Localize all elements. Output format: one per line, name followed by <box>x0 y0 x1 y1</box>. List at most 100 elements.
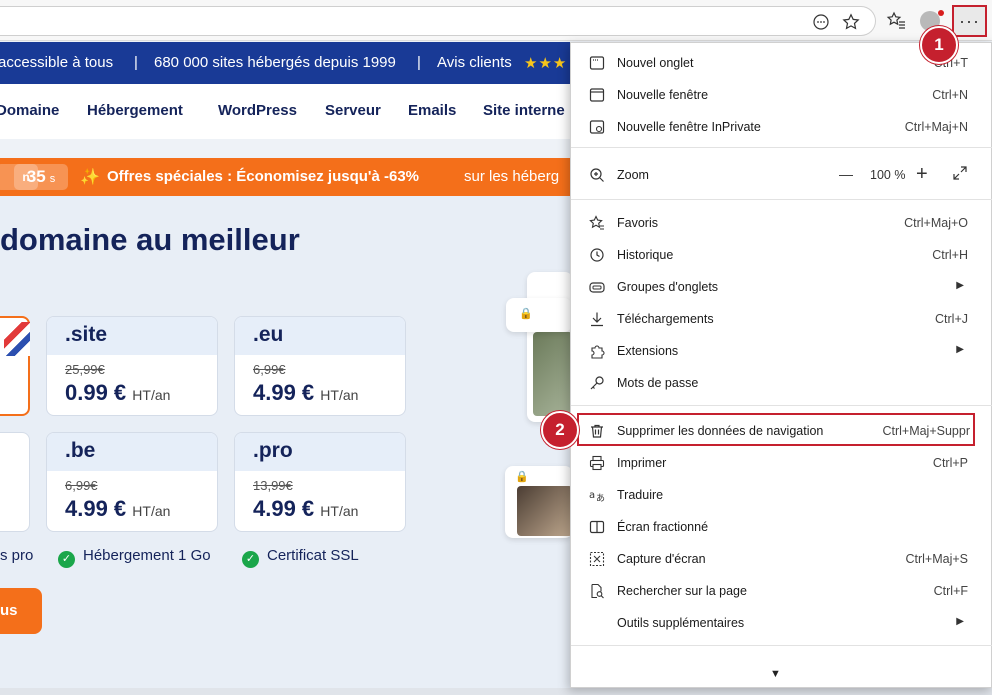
menu-item-label: Imprimer <box>617 456 667 470</box>
menu-item-find-on-page[interactable]: Rechercher sur la page Ctrl+F <box>571 575 992 607</box>
domain-card-site[interactable]: .site 25,99€ 0.99 € HT/an <box>46 316 218 416</box>
menu-item-translate[interactable]: aあ Traduire <box>571 479 992 511</box>
feature-item: ✓ Certificat SSL <box>242 547 359 568</box>
address-bar[interactable] <box>0 6 876 36</box>
domain-extension: .eu <box>235 317 405 355</box>
zoom-out-button[interactable]: — <box>839 166 853 182</box>
cta-button[interactable]: us <box>0 588 42 634</box>
emoji-icon[interactable] <box>812 13 830 31</box>
mockup-card: 🔒 <box>505 466 573 538</box>
menu-item-label: Capture d'écran <box>617 552 706 566</box>
menu-scroll-down-icon[interactable]: ▼ <box>770 668 781 680</box>
domain-extension: .be <box>47 433 217 471</box>
menu-item-passwords[interactable]: Mots de passe <box>571 367 992 399</box>
old-price: 25,99€ <box>65 362 105 377</box>
price: 4.99 € HT/an <box>253 380 359 405</box>
nav-wordpress[interactable]: WordPress <box>218 102 297 119</box>
domain-card-partial[interactable] <box>0 432 30 532</box>
menu-item-downloads[interactable]: Téléchargements Ctrl+J <box>571 303 992 335</box>
menu-item-shortcut: Ctrl+H <box>932 248 968 262</box>
menu-item-shortcut: Ctrl+Maj+O <box>904 216 968 230</box>
page-bottom <box>0 688 992 695</box>
promo-headline: Offres spéciales : Économisez jusqu'à -6… <box>107 168 420 185</box>
menu-item-label: Historique <box>617 248 674 262</box>
menu-item-label: Écran fractionné <box>617 520 709 534</box>
domain-card-partial[interactable] <box>0 316 30 416</box>
menu-item-label: Nouvelle fenêtre <box>617 88 709 102</box>
submenu-arrow-icon: ▶ <box>956 344 964 355</box>
mockup-photo <box>517 486 573 536</box>
menu-item-shortcut: Ctrl+J <box>935 312 968 326</box>
check-icon: ✓ <box>58 551 75 568</box>
step-badge-2: 2 <box>541 411 579 449</box>
menu-item-shortcut: Ctrl+P <box>932 456 968 470</box>
menu-item-label: Favoris <box>617 216 658 230</box>
split-screen-icon <box>589 519 607 537</box>
find-in-page-icon <box>589 583 607 601</box>
menu-item-shortcut: Ctrl+Maj+N <box>904 120 968 134</box>
favorites-icon[interactable] <box>884 9 908 33</box>
browser-toolbar: ··· <box>0 0 992 41</box>
domain-card-eu[interactable]: .eu 6,99€ 4.99 € HT/an <box>234 316 406 416</box>
menu-item-label: Rechercher sur la page <box>617 584 747 598</box>
menu-item-history[interactable]: Historique Ctrl+H <box>571 239 992 271</box>
inprivate-window-icon <box>589 119 607 137</box>
menu-item-extensions[interactable]: Extensions ▶ <box>571 335 992 367</box>
hero-title: domaine au meilleur <box>0 222 300 257</box>
menu-item-shortcut: Ctrl+F <box>933 584 968 598</box>
history-icon <box>589 247 607 265</box>
add-favorite-star-icon[interactable] <box>842 13 860 31</box>
puzzle-icon <box>589 343 607 361</box>
menu-item-label: Nouvel onglet <box>617 56 694 70</box>
nav-serveur[interactable]: Serveur <box>325 102 381 119</box>
menu-item-more-tools[interactable]: Outils supplémentaires ▶ <box>571 607 992 639</box>
menu-item-label: Zoom <box>617 168 649 182</box>
menu-separator <box>571 645 992 646</box>
lock-icon: 🔒 <box>519 308 533 320</box>
menu-item-label: Traduire <box>617 488 664 502</box>
translate-icon: aあ <box>589 487 607 505</box>
mockup-url-bar: 🔒 <box>506 298 572 332</box>
settings-menu: Nouvel onglet Ctrl+T Nouvelle fenêtre Ct… <box>570 42 992 688</box>
menu-item-label: Mots de passe <box>617 376 699 390</box>
zoom-icon <box>589 167 607 185</box>
screen: ··· accessible à tous | 680 000 sites hé… <box>0 0 992 695</box>
domain-card-be[interactable]: .be 6,99€ 4.99 € HT/an <box>46 432 218 532</box>
menu-item-tab-groups[interactable]: Groupes d'onglets ▶ <box>571 271 992 303</box>
banner-sites-hosted: 680 000 sites hébergés depuis 1999 <box>154 54 396 71</box>
nav-site-internet[interactable]: Site interne <box>483 102 565 119</box>
zoom-level: 100 % <box>870 168 906 182</box>
menu-item-shortcut: Ctrl+Maj+S <box>905 552 968 566</box>
menu-item-favorites[interactable]: Favoris Ctrl+Maj+O <box>571 207 992 239</box>
notification-dot <box>938 10 944 16</box>
domain-extension: .site <box>47 317 217 355</box>
menu-item-label: Groupes d'onglets <box>617 280 719 294</box>
zoom-in-button[interactable]: + <box>916 163 928 186</box>
nav-emails[interactable]: Emails <box>408 102 456 119</box>
nav-hebergement[interactable]: Hébergement <box>87 102 183 119</box>
menu-item-shortcut: Ctrl+N <box>932 88 968 102</box>
submenu-arrow-icon: ▶ <box>956 616 964 627</box>
menu-item-print[interactable]: Imprimer Ctrl+P <box>571 447 992 479</box>
highlight-clear-data <box>577 413 975 446</box>
menu-item-inprivate[interactable]: Nouvelle fenêtre InPrivate Ctrl+Maj+N <box>571 111 992 143</box>
menu-item-label: Téléchargements <box>617 312 714 326</box>
promo-subtext: sur les héberg <box>464 168 560 185</box>
download-icon <box>589 311 607 329</box>
fullscreen-icon[interactable] <box>953 166 967 183</box>
more-icon: ··· <box>959 10 980 31</box>
menu-item-label: Nouvelle fenêtre InPrivate <box>617 120 761 134</box>
menu-item-screenshot[interactable]: Capture d'écran Ctrl+Maj+S <box>571 543 992 575</box>
domain-extension: .pro <box>235 433 405 471</box>
key-icon <box>589 375 607 393</box>
screenshot-icon <box>589 551 607 569</box>
domain-card-pro[interactable]: .pro 13,99€ 4.99 € HT/an <box>234 432 406 532</box>
menu-item-new-window[interactable]: Nouvelle fenêtre Ctrl+N <box>571 79 992 111</box>
banner-reviews-link[interactable]: Avis clients <box>437 54 512 71</box>
nav-domaine[interactable]: Domaine <box>0 102 59 119</box>
svg-text:a: a <box>589 490 595 501</box>
menu-separator <box>571 405 992 406</box>
old-price: 6,99€ <box>253 362 286 377</box>
menu-item-split-screen[interactable]: Écran fractionné <box>571 511 992 543</box>
settings-and-more-button[interactable]: ··· <box>952 5 987 37</box>
